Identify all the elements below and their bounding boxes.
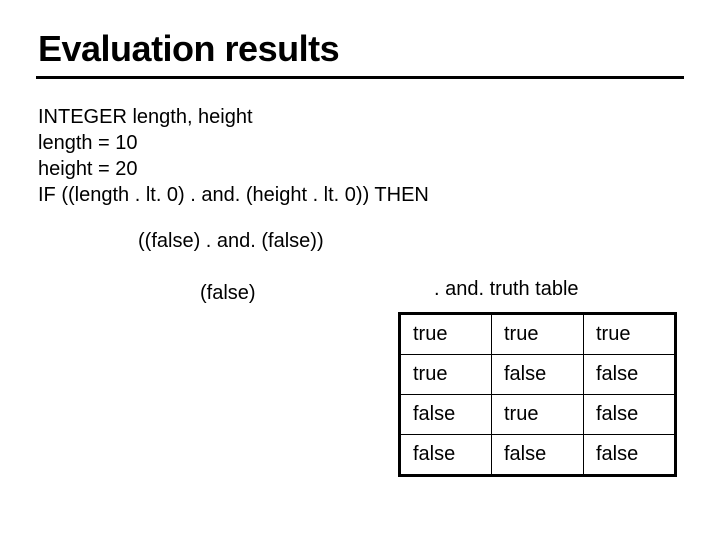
- table-cell: false: [492, 355, 584, 395]
- code-line-1: INTEGER length, height: [38, 104, 429, 130]
- code-line-4: IF ((length . lt. 0) . and. (height . lt…: [38, 182, 429, 208]
- table-cell: true: [492, 395, 584, 435]
- code-block: INTEGER length, height length = 10 heigh…: [38, 104, 429, 208]
- table-cell: true: [400, 355, 492, 395]
- table-cell: true: [584, 314, 676, 355]
- code-line-2: length = 10: [38, 130, 429, 156]
- table-row: true true true: [400, 314, 676, 355]
- table-cell: false: [492, 435, 584, 476]
- table-cell: true: [492, 314, 584, 355]
- table-row: false true false: [400, 395, 676, 435]
- slide-title: Evaluation results: [38, 28, 339, 70]
- truth-table-caption: . and. truth table: [434, 278, 579, 301]
- table-cell: false: [400, 435, 492, 476]
- table-cell: false: [400, 395, 492, 435]
- evaluation-step-1: ((false) . and. (false)): [138, 230, 324, 253]
- table-cell: false: [584, 435, 676, 476]
- title-underline: [36, 76, 684, 79]
- evaluation-step-2: (false): [200, 282, 256, 305]
- truth-table: true true true true false false false tr…: [398, 312, 677, 477]
- table-row: false false false: [400, 435, 676, 476]
- code-line-3: height = 20: [38, 156, 429, 182]
- table-row: true false false: [400, 355, 676, 395]
- table-cell: true: [400, 314, 492, 355]
- table-cell: false: [584, 395, 676, 435]
- table-cell: false: [584, 355, 676, 395]
